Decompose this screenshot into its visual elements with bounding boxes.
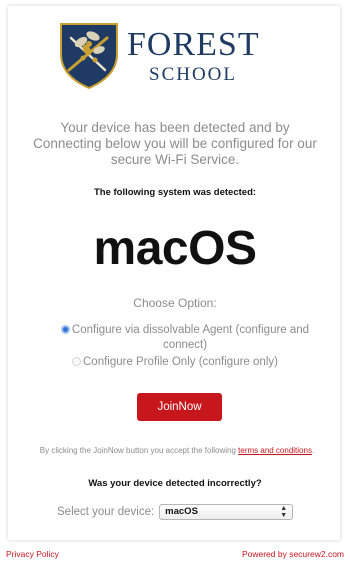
option-dissolvable-agent[interactable]: Configure via dissolvable Agent (configu… (50, 323, 320, 353)
school-name: FOREST SCHOOL (127, 28, 260, 86)
incorrect-detection-label: Was your device detected incorrectly? (88, 478, 262, 489)
school-name-line1: FOREST (127, 26, 260, 63)
device-select-label: Select your device: (57, 506, 155, 518)
choose-option-label: Choose Option: (133, 296, 217, 310)
join-now-button[interactable]: JoinNow (137, 393, 222, 421)
crest-icon (60, 23, 118, 90)
option-label: Configure Profile Only (configure only) (83, 356, 278, 368)
terms-notice: By clicking the JoinNow button you accep… (30, 446, 324, 456)
powered-by-link[interactable]: Powered by securew2.com (242, 549, 344, 559)
school-name-line2: SCHOOL (149, 64, 238, 85)
terms-prefix: By clicking the JoinNow button you accep… (39, 446, 239, 455)
select-arrows-icon: ▲ ▼ (280, 505, 288, 519)
option-label: Configure via dissolvable Agent (configu… (71, 324, 310, 351)
privacy-policy-link[interactable]: Privacy Policy (6, 549, 59, 559)
option-profile-only[interactable]: Configure Profile Only (configure only) (72, 355, 302, 370)
radio-unselected-icon[interactable] (72, 357, 81, 366)
device-select-value: macOS (165, 506, 198, 517)
radio-selected-icon[interactable] (60, 325, 70, 334)
device-select[interactable]: macOS ▲ ▼ (159, 504, 294, 520)
school-logo: FOREST SCHOOL (57, 20, 297, 90)
detected-system-label: The following system was detected: (93, 187, 257, 198)
intro-text: Your device has been detected and by Con… (33, 120, 317, 167)
device-select-row: Select your device: macOS ▲ ▼ (57, 503, 294, 521)
terms-suffix: . (311, 446, 315, 455)
detected-os-name: macOS (93, 222, 257, 275)
terms-link[interactable]: terms and conditions (238, 446, 312, 455)
